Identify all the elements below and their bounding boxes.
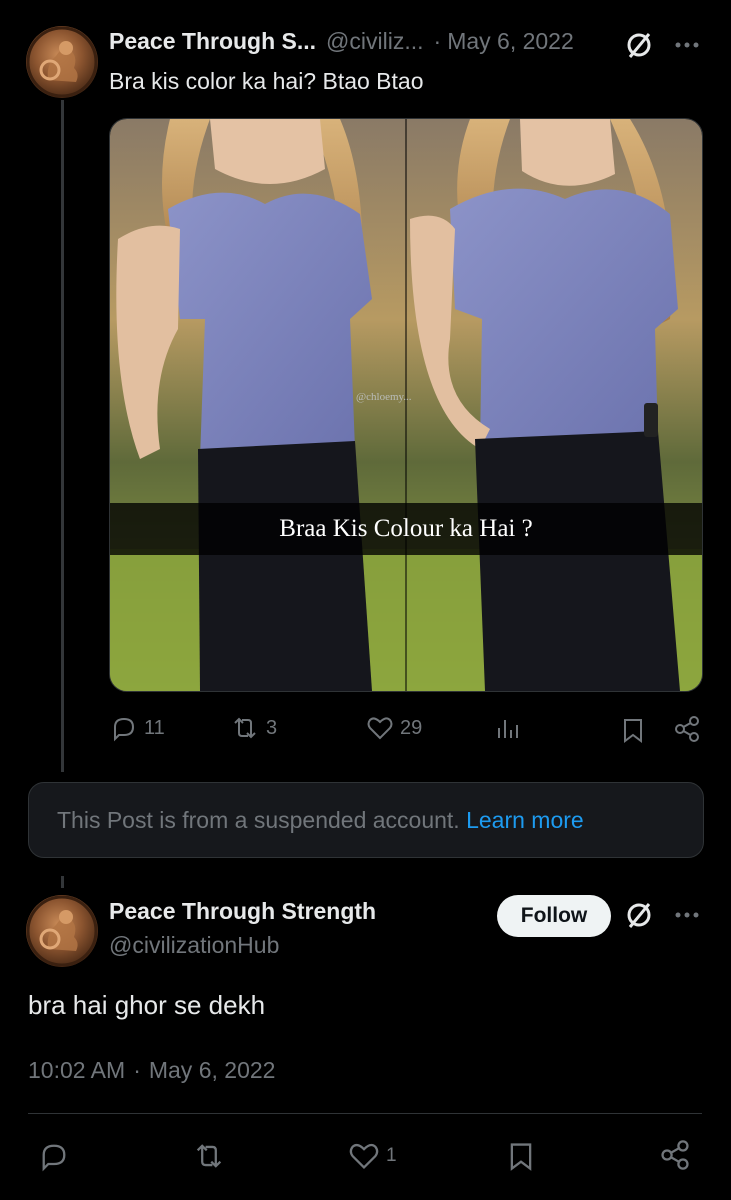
thread-line	[61, 100, 64, 772]
post-text: bra hai ghor se dekh	[28, 990, 266, 1020]
learn-more-link[interactable]: Learn more	[466, 807, 584, 833]
media-watermark: @chloemy...	[356, 391, 412, 403]
media-caption: Braa Kis Colour ka Hai ?	[279, 515, 533, 542]
reply-button[interactable]: 11	[110, 714, 165, 742]
repost-count: 3	[266, 716, 278, 739]
author-name[interactable]: Peace Through Strength	[109, 898, 376, 925]
post-time: 10:02 AM	[28, 1057, 126, 1083]
author-handle[interactable]: @civiliz...	[326, 28, 423, 55]
like-button[interactable]: 1	[348, 1140, 397, 1172]
thread-connector	[61, 876, 64, 888]
share-icon	[675, 716, 699, 742]
like-icon	[349, 1143, 379, 1170]
reply-count: 11	[144, 716, 165, 739]
post-media[interactable]: @chloemy... Braa Kis Colour ka Hai ?	[109, 118, 703, 692]
post-text: Bra kis color ka hai? Btao Btao	[109, 68, 424, 94]
like-button[interactable]: 29	[366, 714, 422, 742]
repost-icon	[234, 717, 256, 739]
share-button[interactable]	[672, 714, 702, 744]
author-name[interactable]: Peace Through S...	[109, 28, 316, 55]
separator: ·	[433, 28, 442, 54]
grok-slash-icon[interactable]	[624, 30, 654, 60]
suspended-notice: This Post is from a suspended account. L…	[28, 782, 704, 858]
share-button[interactable]	[658, 1138, 692, 1172]
more-icon[interactable]	[672, 30, 702, 60]
repost-button[interactable]: 3	[230, 714, 277, 742]
post-date: May 6, 2022	[148, 1057, 276, 1083]
like-count: 29	[400, 716, 423, 739]
reply-icon	[42, 1144, 66, 1172]
like-icon	[367, 717, 393, 740]
share-icon	[661, 1140, 689, 1170]
views-icon	[498, 720, 518, 738]
avatar[interactable]	[26, 895, 98, 967]
media-image	[110, 119, 702, 691]
reply-icon	[114, 717, 135, 742]
follow-button[interactable]: Follow	[497, 895, 611, 937]
post-date[interactable]: May 6, 2022	[447, 28, 574, 55]
bookmark-icon	[510, 1143, 532, 1171]
bookmark-icon	[624, 719, 642, 743]
repost-button[interactable]	[192, 1140, 226, 1172]
more-icon[interactable]	[672, 900, 702, 930]
avatar[interactable]	[26, 26, 98, 98]
bookmark-button[interactable]	[620, 716, 646, 744]
bookmark-button[interactable]	[506, 1140, 536, 1172]
like-count: 1	[386, 1145, 397, 1166]
post-header: Peace Through S... @civiliz... · May 6, …	[109, 28, 574, 55]
grok-slash-icon[interactable]	[624, 900, 654, 930]
author-handle[interactable]: @civilizationHub	[109, 932, 279, 959]
separator: ·	[133, 1057, 141, 1083]
divider	[28, 1113, 702, 1114]
reply-button[interactable]	[38, 1140, 70, 1172]
repost-icon	[196, 1144, 222, 1168]
views-button[interactable]	[494, 714, 522, 742]
post-timestamp[interactable]: 10:02 AM · May 6, 2022	[28, 1057, 275, 1084]
suspended-text: This Post is from a suspended account.	[57, 807, 460, 833]
